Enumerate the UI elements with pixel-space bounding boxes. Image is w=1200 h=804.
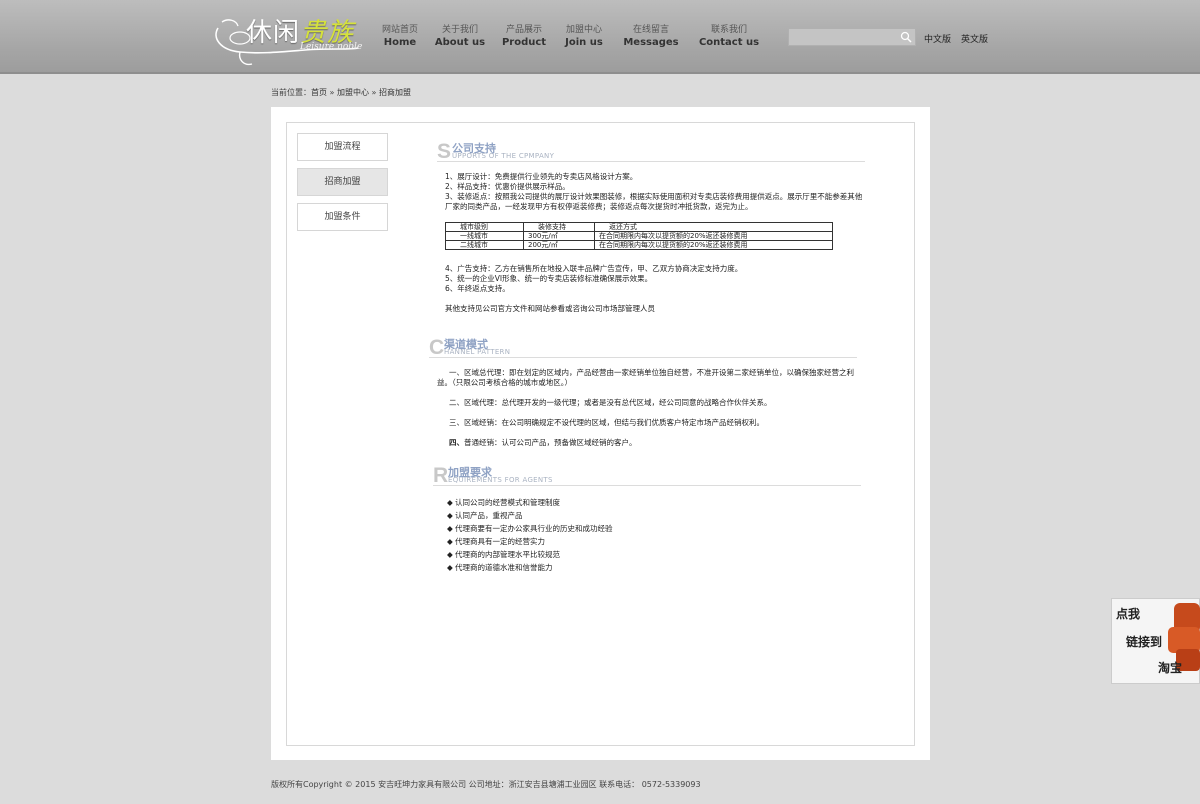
lang-english-link[interactable]: 英文版 [961, 32, 988, 45]
table-cell: 300元/㎡ [523, 231, 595, 241]
list-item: ◆ 认同产品，重视产品 [437, 509, 867, 522]
paragraph: 2、样品支持：优惠价提供展示样品。 [445, 182, 570, 191]
section-letter: S [437, 140, 452, 163]
search-icon[interactable] [900, 31, 912, 43]
list-item-text: 认同产品，重视产品 [455, 511, 523, 520]
ad-text-line1: 点我 [1116, 607, 1141, 621]
nav-about-en: About us [434, 37, 486, 48]
section-title-en: HANNEL PATTERN [444, 348, 511, 356]
table-header: 城市级别 [445, 222, 524, 232]
list-item: ◆ 代理商具有一定的经营实力 [437, 535, 867, 548]
content-frame: 加盟流程 招商加盟 加盟条件 S 公司支持 UPPORTS OF THE CPM… [286, 122, 915, 746]
table-header: 返还方式 [594, 222, 833, 232]
nav-join[interactable]: 加盟中心 Join us [549, 24, 619, 49]
nav-contact[interactable]: 联系我们 Contact us [694, 24, 764, 49]
ad-text-line3: 淘宝 [1158, 661, 1183, 675]
taobao-link-ad[interactable]: 点我 链接到 淘宝 [1111, 598, 1200, 684]
table-cell: 二线城市 [445, 240, 524, 250]
nav-about[interactable]: 关于我们 About us [425, 24, 495, 49]
section-title-requirements: R 加盟要求 EQUIREMENTS FOR AGENTS [433, 462, 861, 487]
sidebar-item-join-conditions[interactable]: 加盟条件 [297, 203, 388, 231]
table-header-row: 城市级别 装修支持 返还方式 [445, 222, 833, 232]
paragraph: 四、普通经销：认可公司产品，预备做区域经销的客户。 [437, 438, 867, 448]
section-letter: R [433, 464, 449, 487]
nav-join-cn: 加盟中心 [565, 25, 602, 35]
support-table: 城市级别 装修支持 返还方式 一线城市 300元/㎡ 在合同期限内每次以提货额的… [445, 222, 833, 250]
paragraph: 3、装修返点：按照我公司提供的展厅设计效果图装修，根据实际使用面积对专卖店装修费… [445, 192, 863, 211]
table-row: 一线城市 300元/㎡ 在合同期限内每次以提货额的20%返还装修费用 [445, 231, 833, 241]
paragraph: 4、广告支持：乙方在销售所在地投入联丰品牌广告宣传，甲、乙双方协商决定支持力度。 [445, 264, 743, 273]
breadcrumb-sep: » [327, 88, 337, 97]
breadcrumb-prefix: 当前位置： [271, 88, 311, 97]
paragraph: 三、区域经销：在公司明确规定不设代理的区域，但结与我们优质客户特定市场产品经销权… [449, 418, 764, 427]
list-item-text: 代理商具有一定的经营实力 [455, 537, 545, 546]
table-cell: 在合同期限内每次以提货额的20%返还装修费用 [594, 231, 833, 241]
list-item: ◆ 代理商的内部管理水平比较规范 [437, 548, 867, 561]
diamond-bullet-icon: ◆ [447, 537, 453, 546]
list-item-text: 认同公司的经营模式和管理制度 [455, 498, 560, 507]
nav-contact-en: Contact us [698, 37, 760, 48]
list-item: ◆ 认同公司的经营模式和管理制度 [437, 496, 867, 509]
sidebar-item-franchise[interactable]: 招商加盟 [297, 168, 388, 196]
lang-chinese-link[interactable]: 中文版 [924, 32, 951, 45]
search-box [788, 28, 916, 46]
list-item-text: 代理商的内部管理水平比较规范 [455, 550, 560, 559]
paragraph: 1、展厅设计：免费提供行业领先的专卖店风格设计方案。 [445, 172, 638, 181]
nav-contact-cn: 联系我们 [710, 25, 747, 35]
table-cell: 200元/㎡ [523, 240, 595, 250]
list-item-text: 代理商的道德水准和信誉能力 [455, 563, 553, 572]
paragraph-note: 其他支持见公司官方文件和网站参看或咨询公司市场部管理人员 [445, 304, 655, 313]
breadcrumb-current[interactable]: 招商加盟 [379, 88, 411, 97]
table-cell: 一线城市 [445, 231, 524, 241]
article-content: S 公司支持 UPPORTS OF THE CPMPANY 1、展厅设计：免费提… [429, 138, 867, 574]
diamond-bullet-icon: ◆ [447, 511, 453, 520]
section-title-support: S 公司支持 UPPORTS OF THE CPMPANY [437, 138, 865, 163]
logo-subtitle: Leisure noble [300, 42, 363, 52]
breadcrumb: 当前位置：首页 » 加盟中心 » 招商加盟 [271, 87, 411, 98]
diamond-bullet-icon: ◆ [447, 550, 453, 559]
list-item: ◆ 代理商要有一定办公家具行业的历史和成功经验 [437, 522, 867, 535]
diamond-bullet-icon: ◆ [447, 563, 453, 572]
nav-messages-cn: 在线留言 [632, 25, 669, 35]
logo-title-a: 休闲 [246, 18, 301, 48]
nav-join-en: Join us [565, 37, 603, 48]
table-row: 二线城市 200元/㎡ 在合同期限内每次以提货额的20%返还装修费用 [445, 240, 833, 250]
paragraph: 二、区域代理：总代理开发的一级代理；或者是没有总代区域，经公司同意的战略合作伙伴… [449, 398, 772, 407]
breadcrumb-parent[interactable]: 加盟中心 [337, 88, 369, 97]
section-title-en: UPPORTS OF THE CPMPANY [452, 152, 555, 160]
section-title-channel: C 渠道模式 HANNEL PATTERN [429, 334, 857, 359]
site-header: 休闲贵族 Leisure noble 网站首页 Home 关于我们 About … [0, 0, 1200, 74]
breadcrumb-sep: » [368, 88, 379, 97]
section-letter: C [429, 336, 445, 359]
paragraph-text: 普通经销：认可公司产品，预备做区域经销的客户。 [464, 438, 637, 447]
paragraph: 一、区域总代理：即在划定的区域内，产品经营由一家经销单位独自经营，不准开设第二家… [437, 368, 854, 387]
paragraph: 6、年终返点支持。 [445, 284, 510, 293]
main-panel: 加盟流程 招商加盟 加盟条件 S 公司支持 UPPORTS OF THE CPM… [271, 107, 930, 760]
search-input[interactable] [789, 29, 897, 45]
nav-about-cn: 关于我们 [441, 25, 478, 35]
sidebar-item-join-process[interactable]: 加盟流程 [297, 133, 388, 161]
list-item-text: 代理商要有一定办公家具行业的历史和成功经验 [455, 524, 613, 533]
site-logo[interactable]: 休闲贵族 Leisure noble [210, 8, 365, 68]
table-header: 装修支持 [523, 222, 595, 232]
breadcrumb-home[interactable]: 首页 [311, 88, 327, 97]
nav-messages-en: Messages [623, 37, 679, 48]
nav-messages[interactable]: 在线留言 Messages [616, 24, 686, 49]
site-footer: 版权所有Copyright © 2015 安吉旺坤力家具有限公司 公司地址：浙江… [271, 780, 701, 789]
list-item: ◆ 代理商的道德水准和信誉能力 [437, 561, 867, 574]
ad-text-line2: 链接到 [1126, 635, 1163, 649]
diamond-bullet-icon: ◆ [447, 498, 453, 507]
table-cell: 在合同期限内每次以提货额的20%返还装修费用 [594, 240, 833, 250]
paragraph-lead: 四、 [449, 438, 464, 447]
section-title-en: EQUIREMENTS FOR AGENTS [448, 476, 553, 484]
paragraph: 5、统一的企业VI形象、统一的专卖店装修标准确保展示效果。 [445, 274, 653, 283]
diamond-bullet-icon: ◆ [447, 524, 453, 533]
